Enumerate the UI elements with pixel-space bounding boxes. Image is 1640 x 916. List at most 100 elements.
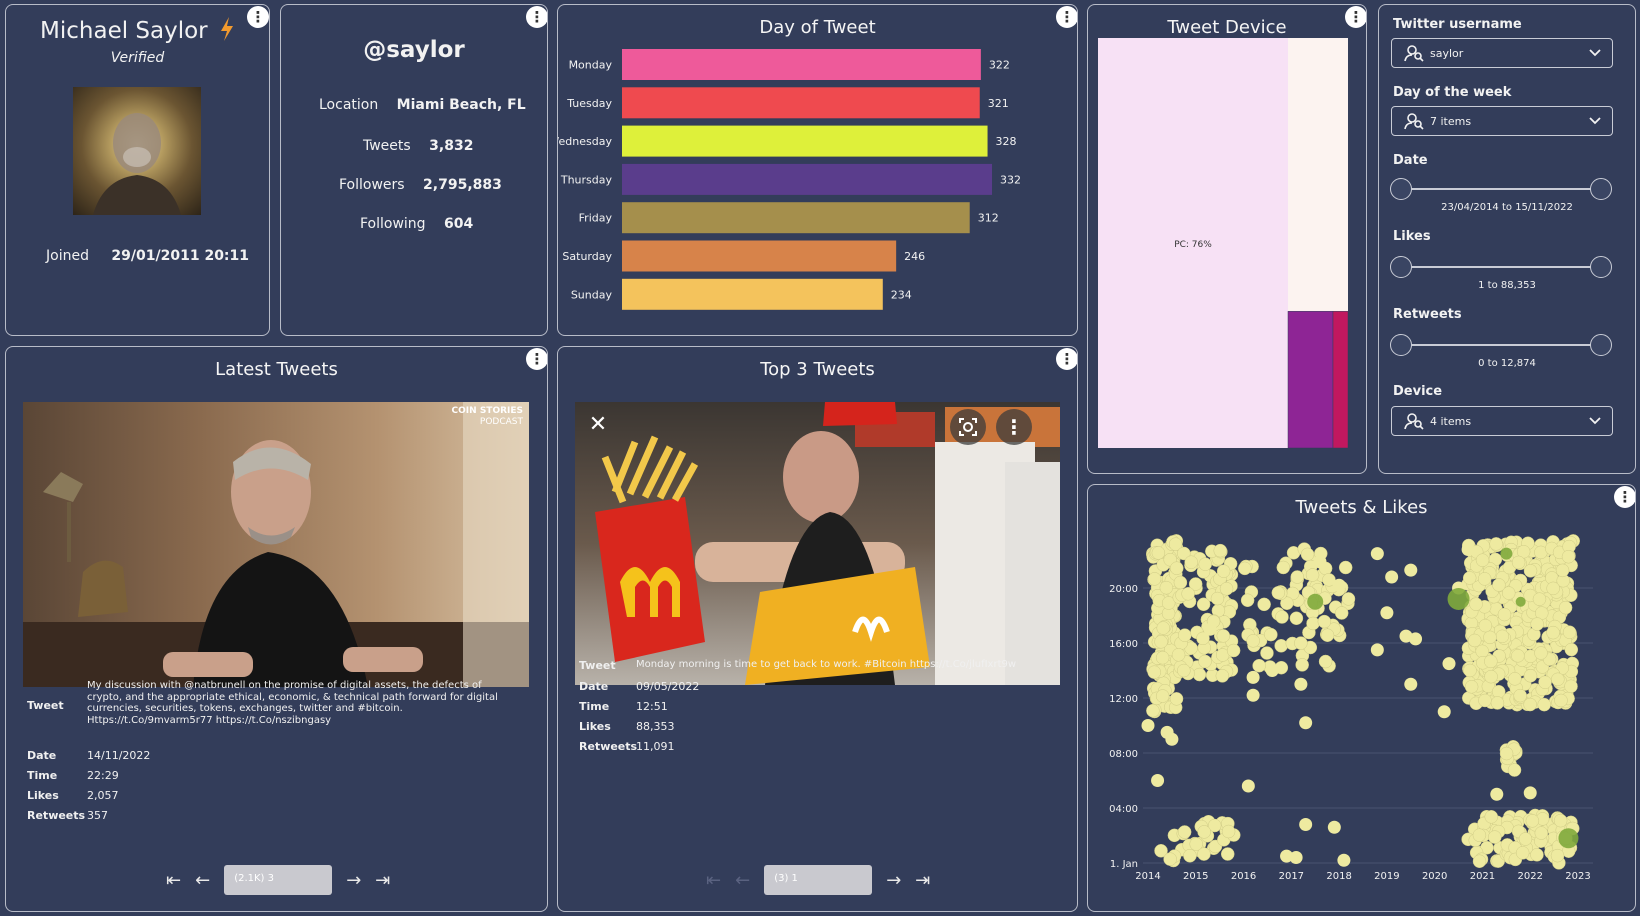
scatter-point <box>1442 657 1456 671</box>
first-page-icon[interactable]: ⇤ <box>706 870 721 891</box>
scatter-point <box>1484 669 1498 684</box>
top-date-row: Date 09/05/2022 <box>579 680 879 694</box>
scatter-point <box>1165 732 1179 746</box>
close-image-button[interactable]: ✕ <box>585 412 611 438</box>
likes-range-text: 1 to 88,353 <box>1478 280 1536 291</box>
last-page-icon[interactable]: ⇥ <box>375 870 390 891</box>
next-page-icon[interactable]: → <box>886 870 901 891</box>
scatter-point <box>1213 543 1228 558</box>
stats-panel: ⋮ @saylor Location Miami Beach, FL Tweet… <box>280 4 548 336</box>
top-image-scene <box>595 402 1060 685</box>
date-slider[interactable] <box>1390 178 1612 200</box>
last-page-icon[interactable]: ⇥ <box>915 870 930 891</box>
retweets-slider-max-handle[interactable] <box>1590 334 1612 356</box>
scatter-point <box>1488 830 1502 844</box>
retweets-slider-track <box>1401 344 1601 346</box>
first-page-icon[interactable]: ⇤ <box>166 870 181 891</box>
top-time-row: Time 12:51 <box>579 700 879 714</box>
scatter-point <box>1492 578 1506 592</box>
scatter-point <box>1497 607 1512 622</box>
scatter-point <box>1274 639 1288 653</box>
likes-slider[interactable] <box>1390 256 1612 278</box>
scatter-point <box>1141 719 1155 732</box>
scatter-point <box>1171 648 1186 662</box>
scatter-point <box>1467 633 1482 648</box>
device-chart-menu-button[interactable]: ⋮ <box>1345 6 1366 28</box>
day-bar <box>622 49 981 80</box>
day-bar <box>622 163 992 195</box>
scatter-point <box>1461 543 1475 556</box>
scatter-y-tick: 08:00 <box>1109 749 1138 760</box>
lens-scan-icon <box>959 418 977 436</box>
prev-page-icon[interactable]: ← <box>735 870 750 891</box>
day-bar <box>622 87 980 119</box>
scatter-point <box>1553 813 1568 828</box>
scatter-point <box>1170 561 1184 575</box>
tweets-row: Tweets 3,832 <box>363 138 473 154</box>
top-tweet-label: Tweet <box>579 659 616 672</box>
day-chart-menu-button[interactable]: ⋮ <box>1056 6 1077 28</box>
scatter-point <box>1561 549 1576 564</box>
scatter-point <box>1404 563 1418 577</box>
scatter-point <box>1523 697 1537 712</box>
day-value-label: 321 <box>988 97 1009 110</box>
day-filter-label: Day of the week <box>1393 85 1512 100</box>
scatter-point <box>1146 703 1160 718</box>
day-value-label: 234 <box>891 288 912 301</box>
scatter-x-tick: 2020 <box>1422 871 1447 882</box>
date-slider-min-handle[interactable] <box>1390 178 1412 200</box>
scatter-point <box>1523 786 1537 800</box>
image-more-button[interactable]: ⋮ <box>996 409 1032 445</box>
scatter-point <box>1155 650 1170 665</box>
scatter-point <box>1181 587 1195 601</box>
scatter-x-tick: 2023 <box>1565 871 1590 882</box>
likes-slider-min-handle[interactable] <box>1390 256 1412 278</box>
username-select[interactable]: saylor <box>1391 38 1613 68</box>
scatter-point <box>1464 680 1479 694</box>
day-select[interactable]: 7 items <box>1391 106 1613 136</box>
likes-slider-max-handle[interactable] <box>1590 256 1612 278</box>
podcast-logo-line2: PODCAST <box>479 417 523 427</box>
device-select[interactable]: 4 items <box>1391 406 1613 436</box>
scatter-x-tick: 2019 <box>1374 871 1399 882</box>
avatar-portrait <box>93 113 181 215</box>
next-page-icon[interactable]: → <box>346 870 361 891</box>
latest-retweets-row: Retweets 357 <box>27 809 327 823</box>
scatter-point <box>1184 555 1198 569</box>
scatter-point <box>1370 547 1384 561</box>
top-page-input[interactable]: (3) 1 <box>764 865 873 895</box>
scatter-point <box>1499 746 1514 761</box>
scatter-point <box>1238 561 1252 576</box>
date-slider-max-handle[interactable] <box>1590 178 1612 200</box>
latest-page-input[interactable]: (2.1K) 3 <box>224 865 333 895</box>
scatter-point <box>1197 825 1211 839</box>
followers-value: 2,795,883 <box>423 177 502 193</box>
top-menu-button[interactable]: ⋮ <box>1056 348 1077 370</box>
profile-menu-button[interactable]: ⋮ <box>247 6 269 28</box>
chevron-down-icon <box>1589 417 1601 425</box>
device-segment-2 <box>1288 38 1348 312</box>
retweets-range-text: 0 to 12,874 <box>1478 358 1536 369</box>
retweets-slider[interactable] <box>1390 334 1612 356</box>
location-value: Miami Beach, FL <box>396 97 526 113</box>
day-value-label: 328 <box>996 135 1017 148</box>
joined-value: 29/01/2011 20:11 <box>111 248 250 264</box>
scatter-point <box>1380 606 1394 620</box>
tweet-device-panel: ⋮ Tweet Device PC: 76% <box>1087 4 1367 474</box>
latest-likes-value: 2,057 <box>87 789 119 802</box>
scatter-point <box>1178 628 1192 642</box>
twitter-handle: @saylor <box>363 37 465 63</box>
top-date-value: 09/05/2022 <box>636 680 700 693</box>
scatter-point <box>1472 828 1487 842</box>
scatter-point <box>1169 692 1184 706</box>
stats-menu-button[interactable]: ⋮ <box>526 6 547 28</box>
retweets-slider-min-handle[interactable] <box>1390 334 1412 356</box>
image-scan-button[interactable] <box>950 409 986 445</box>
scatter-point <box>1558 600 1573 615</box>
scatter-menu-button[interactable]: ⋮ <box>1614 486 1635 508</box>
prev-page-icon[interactable]: ← <box>195 870 210 891</box>
scatter-point <box>1305 568 1320 582</box>
latest-menu-button[interactable]: ⋮ <box>526 348 547 370</box>
scatter-point <box>1219 582 1234 596</box>
scatter-point <box>1409 632 1423 646</box>
